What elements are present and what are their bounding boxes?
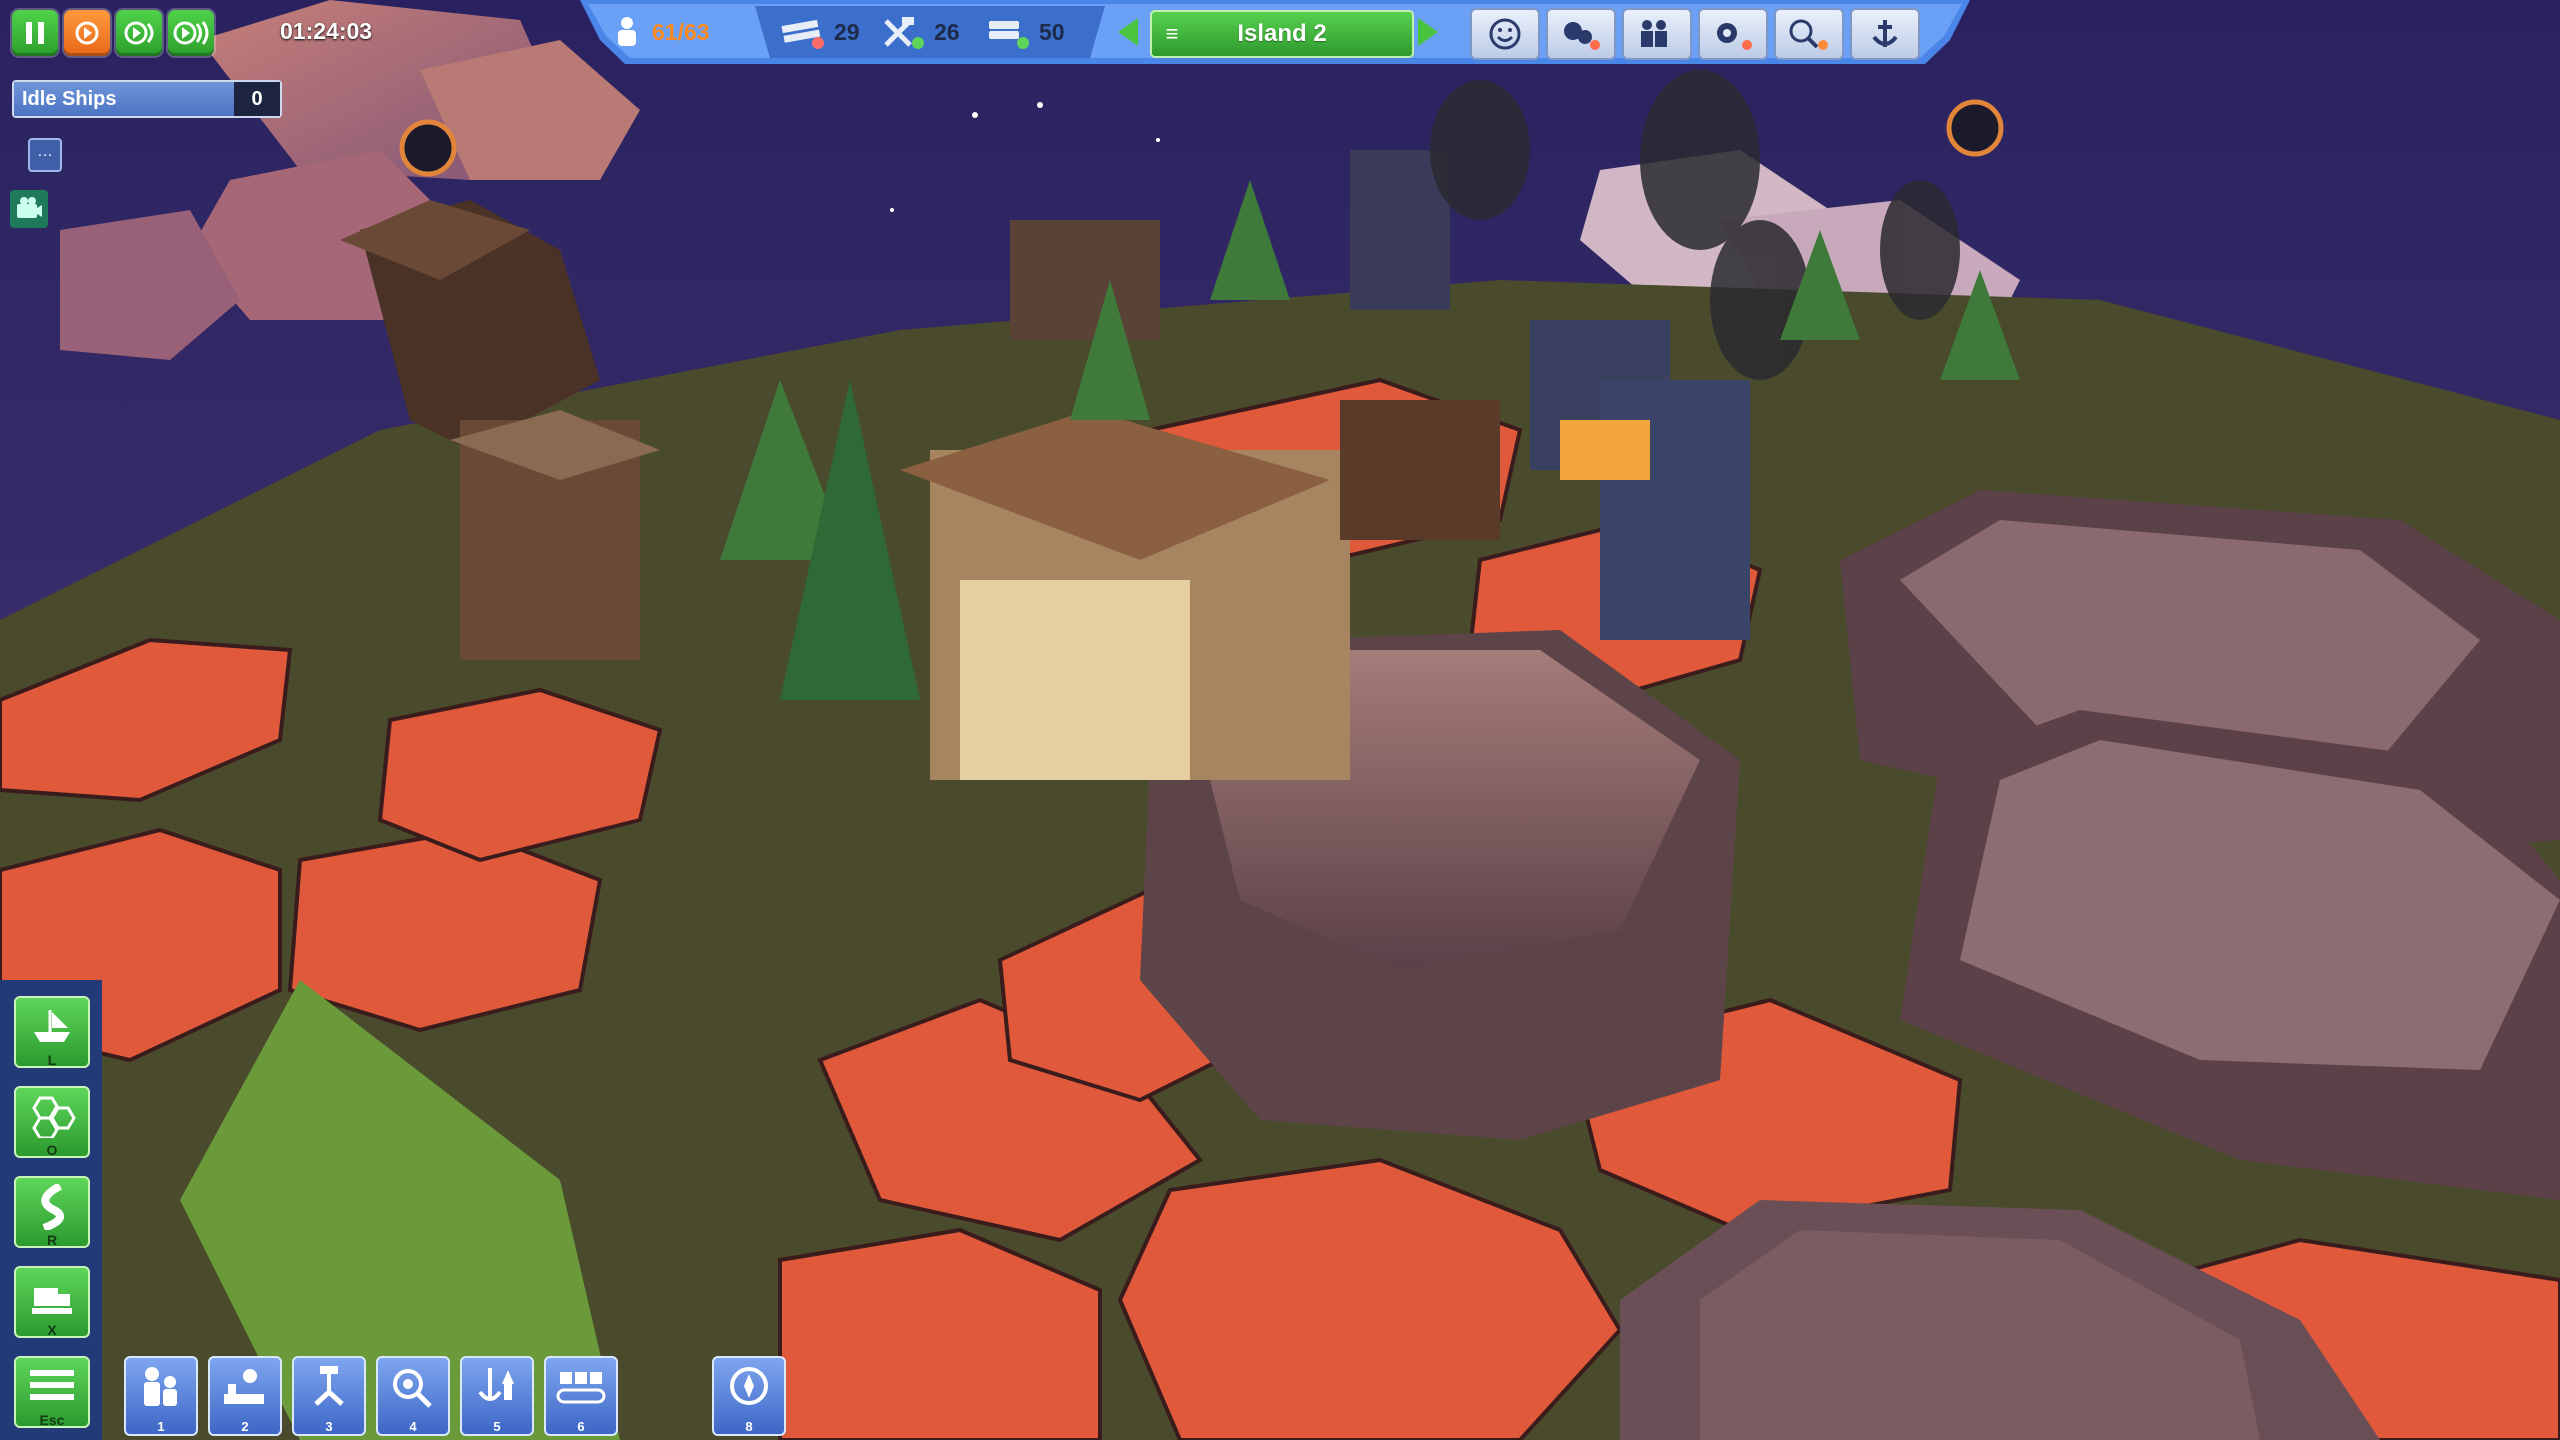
planks-icon [781, 19, 824, 49]
pause-icon [26, 22, 44, 44]
research-icon [1789, 19, 1828, 50]
key-hint: 1 [157, 1419, 165, 1434]
game-speed-controls [12, 10, 214, 56]
play-speed-2-icon [124, 21, 154, 45]
conveyor-icon [556, 1372, 606, 1404]
top-resource-bar: 61/63 29 26 50 ≡ Island 2 [580, 0, 1970, 64]
island-selector[interactable]: ≡ Island 2 [1150, 10, 1414, 58]
key-hint: 4 [409, 1419, 417, 1434]
resource-stone[interactable]: 50 [985, 0, 1065, 64]
food-buildings-button[interactable]: 2 [208, 1356, 282, 1436]
previous-island-arrow[interactable] [1118, 18, 1138, 46]
camera-icon [17, 197, 42, 218]
resource-planks[interactable]: 29 [780, 0, 860, 64]
harbor-buildings-button[interactable]: 5 [460, 1356, 534, 1436]
speed-3-button[interactable] [168, 10, 214, 56]
key-hint: 2 [241, 1419, 249, 1434]
production-buildings-button[interactable]: 3 [292, 1356, 366, 1436]
smiley-icon [1489, 18, 1521, 50]
game-clock: 01:24:03 [280, 18, 373, 44]
key-hint: X [47, 1322, 57, 1338]
menu-icon [30, 1370, 74, 1400]
production-overlay-button[interactable] [1546, 8, 1616, 60]
play-speed-3-icon [173, 21, 209, 45]
key-hint: Esc [39, 1412, 65, 1428]
harbor-button[interactable] [1850, 8, 1920, 60]
bulldozer-icon [32, 1288, 72, 1314]
island-menu-icon[interactable]: ≡ [1152, 21, 1192, 47]
planks-value: 29 [834, 18, 860, 45]
pause-button[interactable] [12, 10, 58, 56]
key-hint: 3 [325, 1419, 333, 1434]
game-world-view[interactable] [0, 0, 2560, 1440]
food-icon [224, 1369, 264, 1404]
ship-icon [34, 1010, 70, 1042]
play-speed-1-icon [75, 21, 99, 45]
demolish-tool-button[interactable]: X [14, 1266, 90, 1338]
population-value: 61/63 [652, 18, 710, 45]
anchor-rocket-icon [478, 1368, 514, 1401]
special-buildings-button[interactable]: 8 [712, 1356, 786, 1436]
settlers-icon [144, 1367, 177, 1406]
population-buildings-button[interactable]: 1 [124, 1356, 198, 1436]
key-hint: 5 [493, 1419, 501, 1434]
idle-ships-label: Idle Ships [14, 82, 234, 116]
idle-ships-panel[interactable]: Idle Ships 0 [12, 80, 282, 118]
happiness-button[interactable] [1470, 8, 1540, 60]
population-icon [618, 17, 636, 46]
key-hint: L [47, 1052, 57, 1068]
next-island-arrow[interactable] [1418, 18, 1438, 46]
logistics-buildings-button[interactable]: 6 [544, 1356, 618, 1436]
population-display[interactable]: 61/63 [610, 0, 710, 64]
left-build-toolbar: L O R X Esc [0, 980, 102, 1440]
road-icon [41, 1184, 64, 1230]
settings-button[interactable] [1698, 8, 1768, 60]
tools-icon [884, 17, 924, 49]
compass-icon [730, 1367, 768, 1405]
hammer-icon [314, 1366, 344, 1406]
magnifier-gear-icon [393, 1369, 432, 1408]
stone-value: 50 [1039, 18, 1065, 45]
idle-ships-count: 0 [234, 82, 280, 116]
anchor-icon [1872, 20, 1898, 47]
key-hint: 6 [577, 1419, 585, 1434]
hex-overlay-button[interactable]: O [14, 1086, 90, 1158]
key-hint: O [46, 1142, 58, 1158]
workers-overlay-icon [1641, 20, 1667, 47]
stone-icon [989, 21, 1029, 49]
hexagon-icon [32, 1096, 76, 1138]
gears-overlay-icon [1564, 22, 1600, 50]
road-tool-button[interactable]: R [14, 1176, 90, 1248]
expand-panel-button[interactable]: … [28, 138, 62, 172]
key-hint: R [46, 1232, 58, 1248]
research-button[interactable] [1774, 8, 1844, 60]
key-hint: 8 [745, 1419, 753, 1434]
ship-logistics-button[interactable]: L [14, 996, 90, 1068]
settings-icon [1717, 23, 1752, 50]
speed-2-button[interactable] [116, 10, 162, 56]
main-menu-button[interactable]: Esc [14, 1356, 90, 1428]
island-name: Island 2 [1237, 20, 1327, 47]
research-buildings-button[interactable]: 4 [376, 1356, 450, 1436]
camera-button[interactable] [10, 190, 48, 228]
speed-1-button[interactable] [64, 10, 110, 56]
tools-value: 26 [934, 18, 960, 45]
workers-overlay-button[interactable] [1622, 8, 1692, 60]
resource-tools[interactable]: 26 [880, 0, 960, 64]
